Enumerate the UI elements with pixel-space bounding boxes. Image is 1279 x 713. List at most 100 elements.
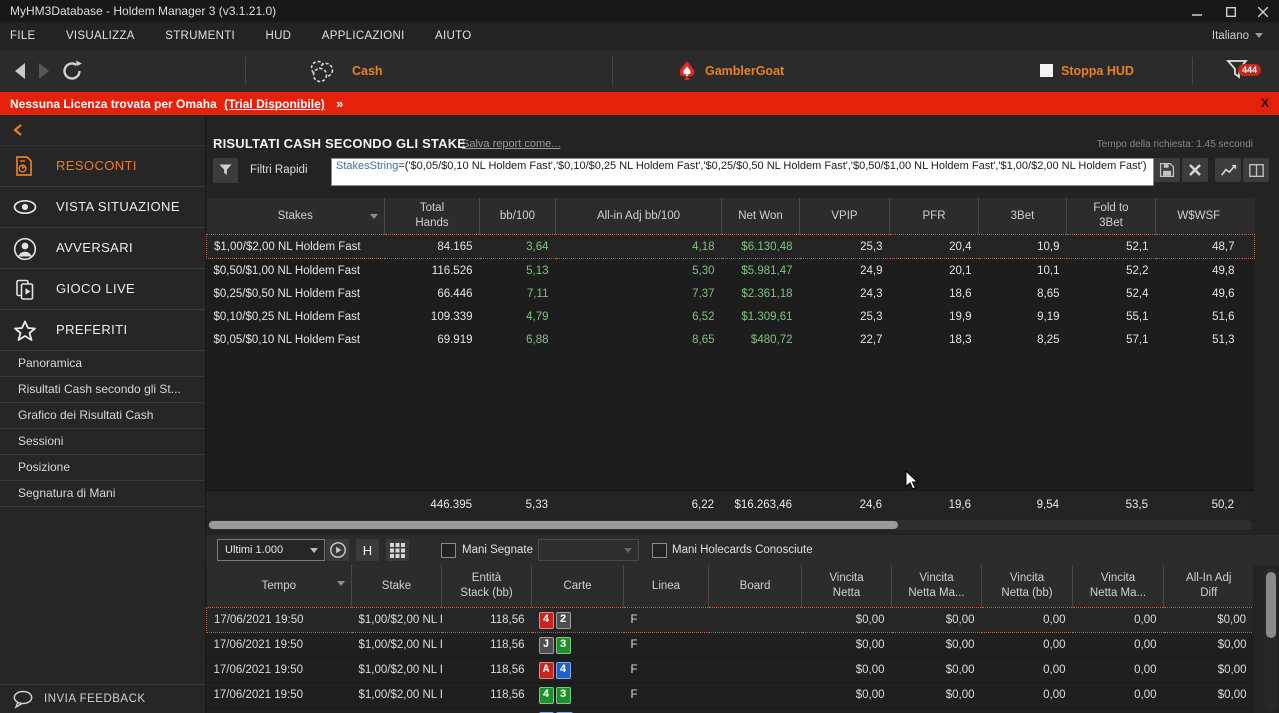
cash-tab[interactable] [308,58,336,84]
chart-view-button[interactable] [1215,158,1241,182]
known-holecards-checkbox[interactable] [652,543,667,558]
column-header[interactable]: Fold to 3Bet [1067,198,1156,235]
hand-cell: 10,56 [1073,708,1164,713]
sidebar-item-avversari[interactable]: AVVERSARI [0,228,205,269]
stakes-row[interactable]: $0,50/$1,00 NL Holdem Fast116.5265,135,3… [207,259,1255,283]
sidebar-item-risultati-cash-stake[interactable]: Risultati Cash secondo gli St... [0,377,205,403]
vertical-scrollbar[interactable] [1264,568,1277,711]
horizontal-scrollbar[interactable] [208,520,1252,530]
sidebar-item-grafico-risultati[interactable]: Grafico dei Risultati Cash [0,403,205,429]
stakes-row[interactable]: $0,05/$0,10 NL Holdem Fast69.9196,888,65… [207,328,1255,351]
maximize-button[interactable] [1217,3,1245,20]
marked-hands-checkbox[interactable] [441,543,456,558]
horizontal-scrollbar-thumb[interactable] [209,521,898,529]
replay-hand-button[interactable] [326,539,349,561]
toolbar-divider [245,57,246,85]
stakes-cell: 51,6 [1156,305,1242,328]
menu-item-aiuto[interactable]: AIUTO [422,22,484,50]
account-tab-label[interactable]: GamblerGoat [705,64,784,78]
forward-button[interactable] [36,62,52,80]
column-header[interactable]: Board [709,565,802,608]
column-header[interactable]: Stakes [207,198,385,235]
hm3-window: { "window": { "title": "MyHM3Database - … [0,0,1279,713]
quick-filters-label: Filtri Rapidi [250,157,308,184]
sidebar-item-vista-situazione[interactable]: VISTA SITUAZIONE [0,187,205,228]
hand-row[interactable]: 17/06/2021 19:50$1,00/$2,00 NL H118,56A4… [207,658,1254,683]
save-report-link[interactable]: Salva report come... [462,138,560,150]
column-header[interactable]: W$WSF [1156,198,1242,235]
stakes-cell: $0,25/$0,50 NL Holdem Fast [207,282,385,305]
stakes-row[interactable]: $0,25/$0,50 NL Holdem Fast66.4467,117,37… [207,282,1255,305]
sidebar-item-posizione[interactable]: Posizione [0,455,205,481]
column-header[interactable]: Entità Stack (bb) [442,565,532,608]
column-header[interactable]: bb/100 [480,198,556,235]
sidebar-item-sessioni[interactable]: Sessioni [0,429,205,455]
menu-item-applicazioni[interactable]: APPLICAZIONI [309,22,418,50]
close-button[interactable] [1249,3,1277,20]
banner-chevrons: » [336,96,343,111]
sidebar-item-segnatura-mani[interactable]: Segnatura di Mani [0,481,205,507]
column-header[interactable]: Stake [352,565,442,608]
column-header[interactable]: Carte [532,565,624,608]
filter-query-input[interactable]: StakesString=('$0,05/$0,10 NL Holdem Fas… [331,158,1154,186]
sidebar-item-preferiti[interactable]: PREFERITI [0,310,205,351]
menu-item-visualizza[interactable]: VISUALIZZA [53,22,148,50]
board-cards [709,658,802,683]
grid-view-button[interactable] [386,539,409,561]
column-header[interactable]: Total Hands [385,198,480,235]
banner-close-button[interactable]: X [1261,92,1269,115]
column-header[interactable]: Vincita Netta Ma... [892,565,982,608]
sidebar-item-resoconti[interactable]: RESOCONTI [0,146,205,187]
vertical-scrollbar-thumb[interactable] [1266,572,1276,638]
sidebar-item-gioco-live[interactable]: GIOCO LIVE [0,269,205,310]
quick-filters-button[interactable] [213,158,238,183]
save-filter-button[interactable] [1154,158,1180,182]
trial-link[interactable]: (Trial Disponibile) [224,97,325,111]
column-header-label: Stakes [278,209,313,224]
sidebar-collapse-button[interactable] [0,115,205,146]
hand-row[interactable]: 17/06/2021 19:50$1,00/$2,00 NL H118,56J3… [207,633,1254,658]
stop-hud-button[interactable]: Stoppa HUD [1061,64,1134,78]
sidebar-item-panoramica[interactable]: Panoramica [0,351,205,377]
stakes-cell: 9,19 [979,305,1067,328]
hand-row[interactable]: 17/06/2021 19:50$1,00/$2,00 NL H118,5643… [207,683,1254,708]
column-header[interactable]: Tempo [207,565,352,608]
column-header-label: VPIP [831,209,857,224]
back-button[interactable] [12,62,28,80]
send-feedback-button[interactable]: INVIA FEEDBACK [0,684,205,713]
column-header[interactable]: Vincita Netta (bb) [982,565,1073,608]
column-header[interactable]: All-in Adj bb/100 [556,198,722,235]
column-header-label: Entità Stack (bb) [460,571,512,601]
column-header[interactable]: Vincita Netta [802,565,892,608]
stakes-cell: 69.919 [385,328,480,351]
marked-hands-select[interactable] [538,539,639,561]
stakes-row[interactable]: $0,10/$0,25 NL Holdem Fast109.3394,796,5… [207,305,1255,328]
column-header[interactable]: 3Bet [979,198,1067,235]
menu-item-hud[interactable]: HUD [252,22,304,50]
column-header[interactable]: Net Won [722,198,800,235]
column-header[interactable]: Linea [624,565,709,608]
stakes-cell: 4,18 [556,235,722,259]
column-header[interactable]: VPIP [800,198,890,235]
hand-limit-select[interactable]: Ultimi 1.000 [217,539,325,561]
column-header[interactable]: All-In Adj Diff [1164,565,1254,608]
stakes-results-table: Stakes Total Handsbb/100All-in Adj bb/100… [206,198,1254,490]
hand-row[interactable]: 17/06/2021 19:50$1,00/$2,00 NL H118,5642… [207,608,1254,633]
summary-cell [206,491,384,519]
stakes-row[interactable]: $1,00/$2,00 NL Holdem Fast84.1653,644,18… [207,235,1255,259]
columns-layout-button[interactable] [1243,158,1269,182]
menu-item-file[interactable]: FILE [0,22,49,50]
stakes-cell: $6.130,48 [722,235,800,259]
hand-row[interactable]: 17/06/2021 19:49$1,00/$2,00 NL H100,0091… [207,708,1254,713]
column-header[interactable]: PFR [890,198,979,235]
minimize-button[interactable] [1183,3,1211,20]
cash-tab-label[interactable]: Cash [352,64,383,78]
column-header[interactable]: Vincita Netta Ma... [1073,565,1164,608]
clear-filter-button[interactable] [1182,158,1208,182]
refresh-button[interactable] [60,59,84,83]
card-icon: 4 [539,687,554,704]
hud-button[interactable]: H [356,539,379,561]
menu-item-strumenti[interactable]: STRUMENTI [152,22,248,50]
main-content: RISULTATI CASH SECONDO GLI STAKE Salva r… [206,115,1279,713]
language-selector[interactable]: Italiano [1212,22,1263,50]
